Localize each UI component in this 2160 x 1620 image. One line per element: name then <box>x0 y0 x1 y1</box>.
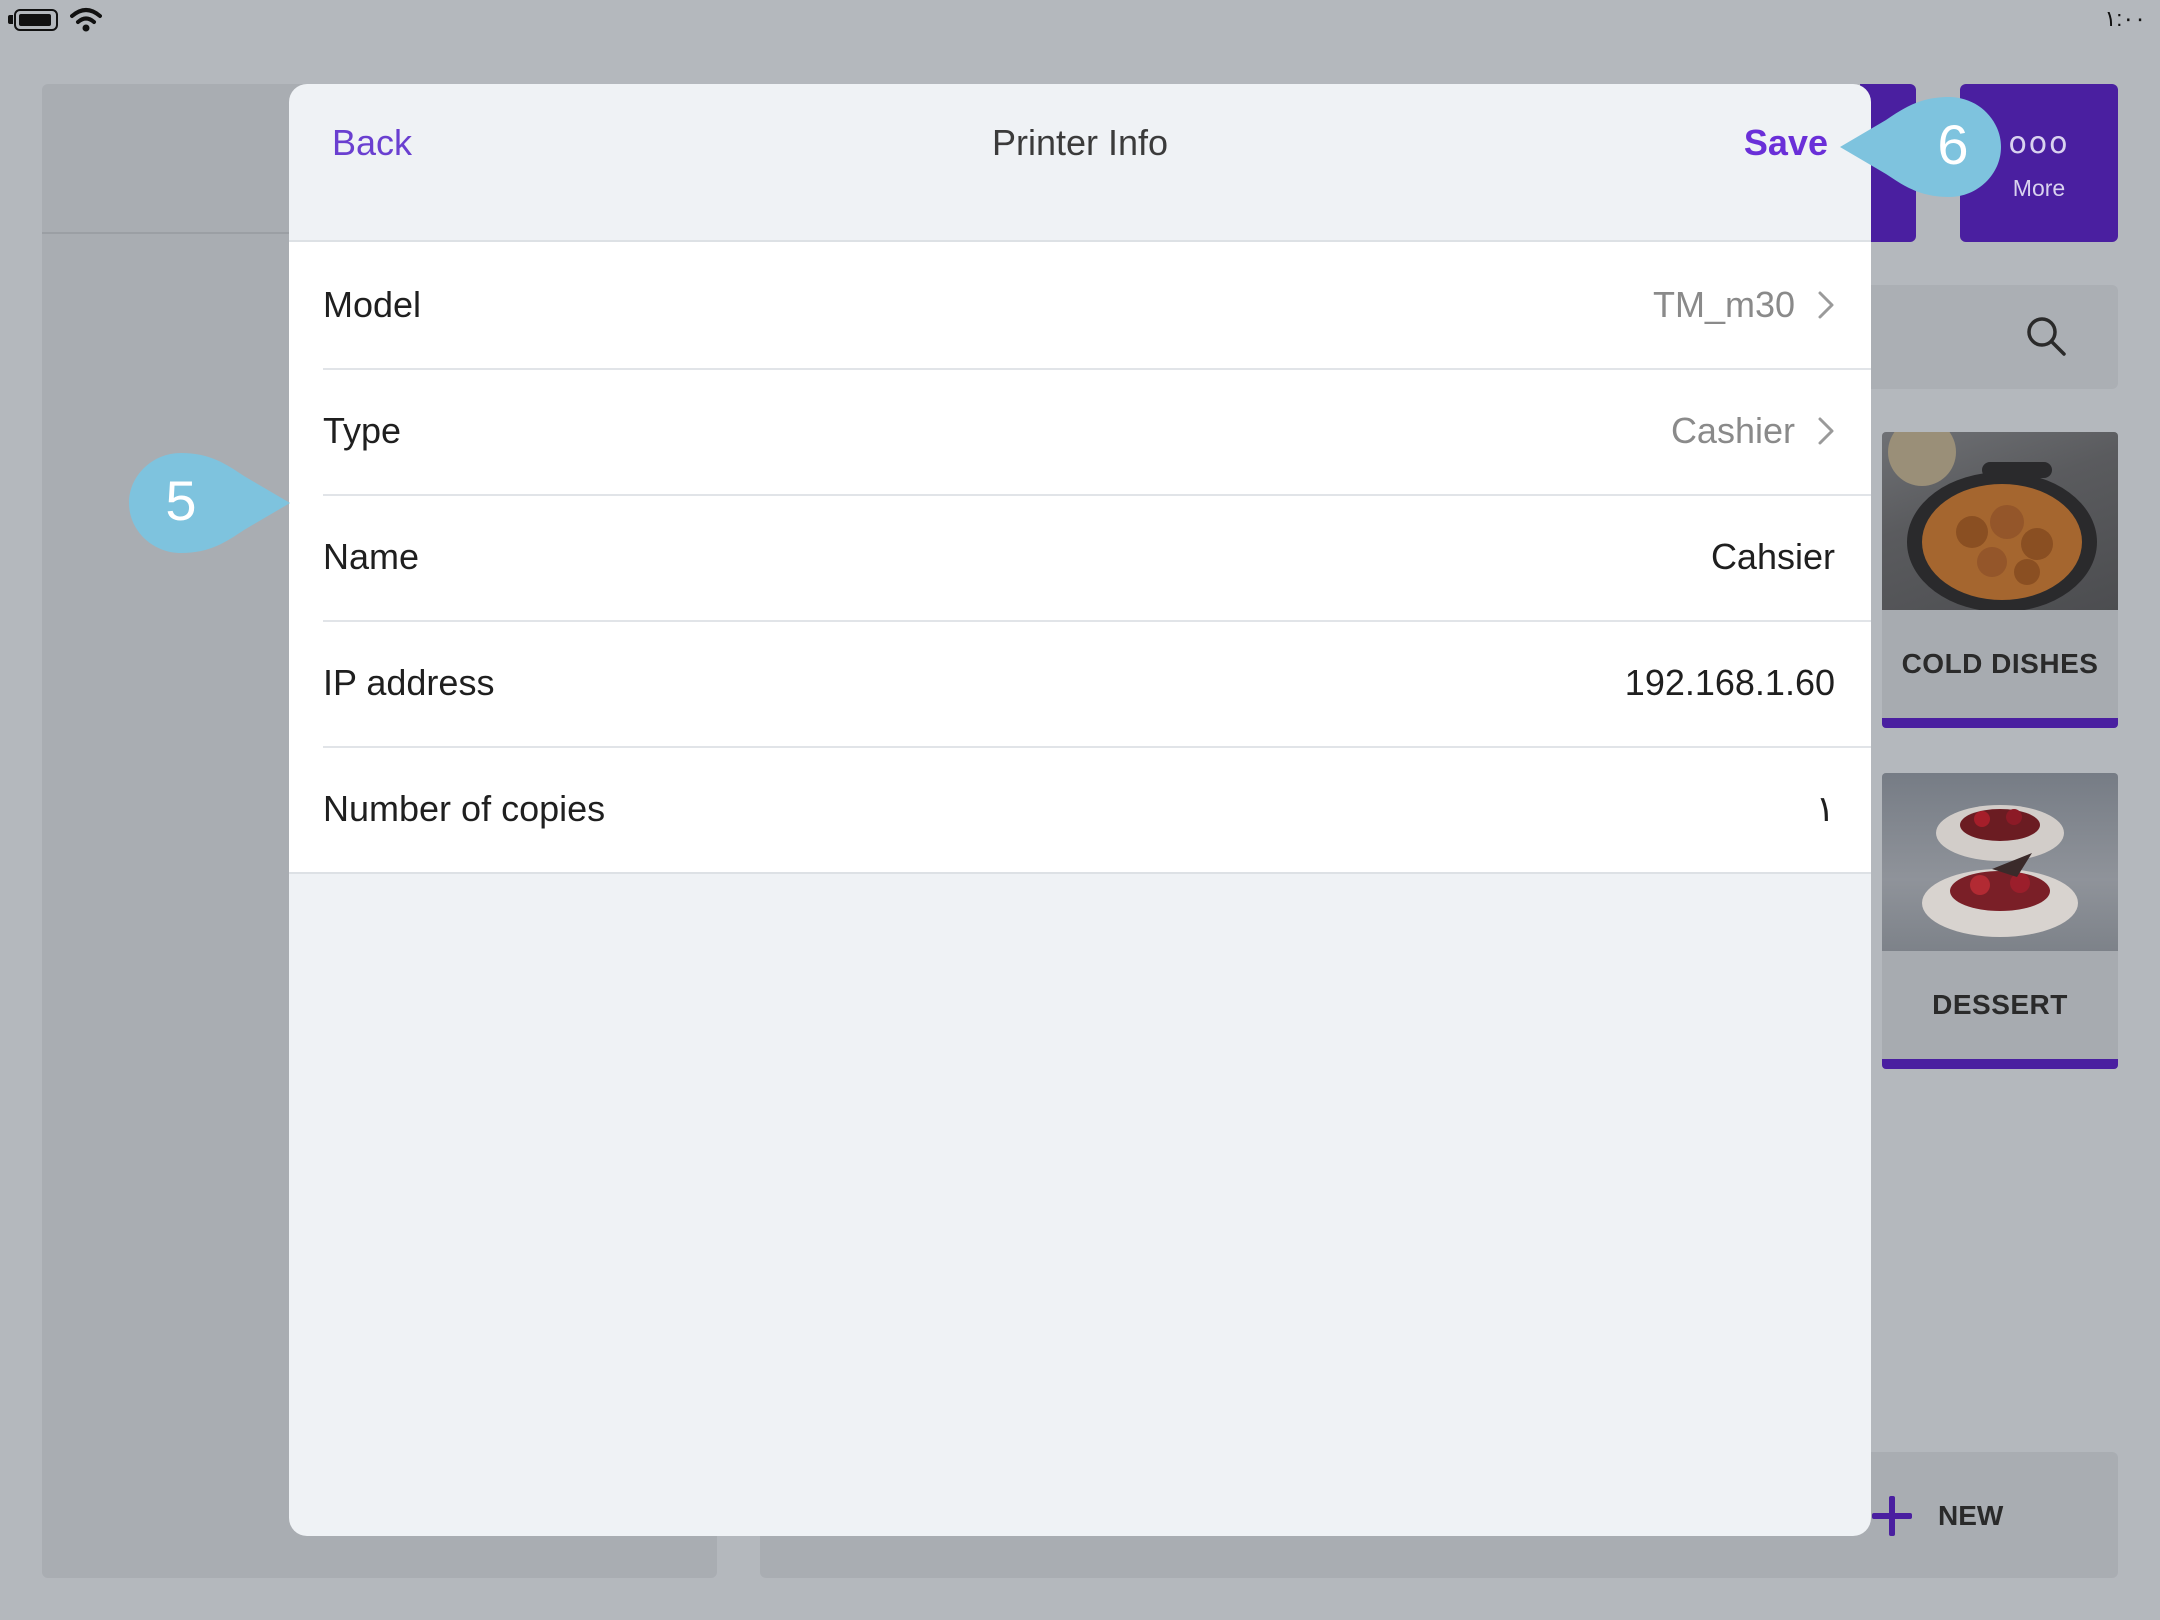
back-button[interactable]: Back <box>332 122 412 164</box>
ip-address-row[interactable]: IP address 192.168.1.60 <box>289 620 1871 746</box>
category-image-cold-dishes <box>1882 432 2118 610</box>
modal-title: Printer Info <box>991 122 1169 163</box>
chevron-right-icon <box>1818 417 1834 445</box>
copies-field[interactable]: ١ <box>1816 788 1835 830</box>
type-value: Cashier <box>1670 410 1795 451</box>
battery-icon <box>14 9 58 31</box>
background-search-bar <box>1860 285 2118 389</box>
model-value: TM_m30 <box>1652 284 1795 325</box>
row-label: IP address <box>323 662 495 703</box>
row-label: Number of copies <box>323 788 606 829</box>
wifi-icon <box>70 8 102 32</box>
callout-6-number: 6 <box>1937 113 1969 176</box>
category-image-dessert <box>1882 773 2118 951</box>
category-accent-bar <box>1882 718 2118 728</box>
status-bar: ١:٠٠ <box>0 0 2160 40</box>
category-accent-bar <box>1882 1059 2118 1069</box>
row-label: Model <box>323 284 422 325</box>
search-icon <box>2027 317 2066 356</box>
category-label: COLD DISHES <box>1901 648 2099 679</box>
ip-address-field[interactable]: 192.168.1.60 <box>1625 662 1835 704</box>
printer-info-modal: Back Printer Info Save Model TM_m30 Type… <box>289 84 1871 1536</box>
new-button: NEW <box>1872 1488 2003 1544</box>
status-time: ١:٠٠ <box>2104 6 2146 31</box>
name-field[interactable]: Cahsier <box>1711 536 1835 578</box>
category-label: DESSERT <box>1932 989 2068 1020</box>
name-row[interactable]: Name Cahsier <box>289 494 1871 620</box>
category-card-dessert: DESSERT <box>1882 773 2118 1069</box>
modal-navbar: Back Printer Info Save <box>289 84 1871 242</box>
category-card-cold-dishes: COLD DISHES <box>1882 432 2118 728</box>
plus-icon <box>1872 1496 1912 1536</box>
save-button[interactable]: Save <box>1744 122 1828 164</box>
chevron-right-icon <box>1818 291 1834 319</box>
copies-row[interactable]: Number of copies ١ <box>289 746 1871 872</box>
row-label: Name <box>323 536 420 577</box>
battery-cap <box>8 15 13 24</box>
callout-5-number: 5 <box>165 469 197 532</box>
new-button-label: NEW <box>1938 1500 2004 1531</box>
row-label: Type <box>323 410 402 451</box>
model-row[interactable]: Model TM_m30 <box>289 242 1871 368</box>
printer-settings-list: Model TM_m30 Type Cashier Name Cahsier I… <box>289 242 1871 874</box>
type-row[interactable]: Type Cashier <box>289 368 1871 494</box>
